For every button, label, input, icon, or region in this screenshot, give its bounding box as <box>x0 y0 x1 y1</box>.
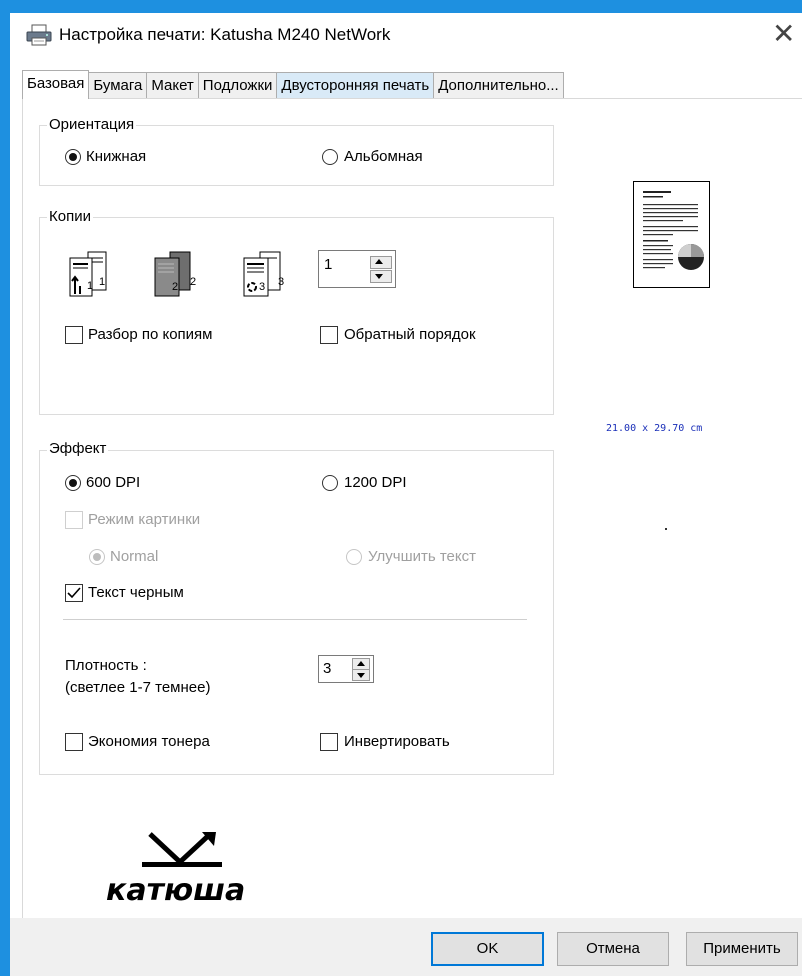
collate-icon-digit-a: 1 <box>87 280 94 292</box>
normal-label[interactable]: Normal <box>110 548 158 565</box>
dpi1200-radio[interactable] <box>322 475 338 491</box>
density-range-label: (светлее 1-7 темнее) <box>65 679 211 696</box>
reverse-order-label[interactable]: Обратный порядок <box>344 326 476 343</box>
density-label: Плотность : <box>65 657 147 674</box>
dpi1200-label[interactable]: 1200 DPI <box>344 474 407 491</box>
portrait-label[interactable]: Книжная <box>86 148 146 165</box>
close-icon[interactable]: ✕ <box>772 20 795 48</box>
page-preview <box>633 181 710 288</box>
tab-layout[interactable]: Макет <box>146 72 199 99</box>
landscape-radio[interactable] <box>322 149 338 165</box>
stack-icon-digit-a: 2 <box>172 281 179 293</box>
collate-checkbox[interactable] <box>65 326 83 344</box>
dialog-footer <box>10 918 802 976</box>
collate-icon-digit-b: 1 <box>99 276 106 288</box>
invert-label[interactable]: Инвертировать <box>344 733 450 750</box>
black-text-label[interactable]: Текст черным <box>88 584 184 601</box>
tab-strip: Базовая Бумага Макет Подложки Двусторонн… <box>22 70 564 99</box>
toner-save-checkbox[interactable] <box>65 733 83 751</box>
printer-icon <box>26 24 52 46</box>
apply-button[interactable]: Применить <box>686 932 798 966</box>
paper-size-label: 21.00 x 29.70 cm <box>606 423 703 434</box>
katusha-logo: катюша <box>100 830 270 910</box>
black-text-checkbox[interactable] <box>65 584 83 602</box>
effect-group <box>39 450 554 775</box>
stack-copies-icon: 2 2 <box>152 250 202 298</box>
orientation-group-title: Ориентация <box>47 116 137 133</box>
landscape-label[interactable]: Альбомная <box>344 148 423 165</box>
window-border-top <box>0 0 802 13</box>
collate-icon: 1 1 <box>66 250 116 298</box>
copies-group <box>39 217 554 415</box>
picture-mode-label[interactable]: Режим картинки <box>88 511 200 528</box>
invert-checkbox[interactable] <box>320 733 338 751</box>
improve-text-radio[interactable] <box>346 549 362 565</box>
density-value[interactable]: 3 <box>323 660 331 677</box>
cancel-button[interactable]: Отмена <box>557 932 669 966</box>
window-title: Настройка печати: Katusha M240 NetWork <box>59 25 391 44</box>
window-border-left <box>0 13 10 976</box>
copies-value[interactable]: 1 <box>324 256 332 273</box>
copies-spinner[interactable]: 1 <box>318 250 396 288</box>
portrait-radio[interactable] <box>65 149 81 165</box>
dpi600-radio[interactable] <box>65 475 81 491</box>
stack-icon-digit-b: 2 <box>190 276 197 288</box>
tab-advanced[interactable]: Дополнительно... <box>433 72 564 99</box>
picture-mode-checkbox[interactable] <box>65 511 83 529</box>
checkmark-icon <box>67 587 81 599</box>
toner-save-label[interactable]: Экономия тонера <box>88 733 210 750</box>
effect-group-title: Эффект <box>47 440 109 457</box>
katusha-logo-icon: катюша <box>106 832 245 908</box>
reverse-icon-digit-b: 3 <box>278 276 285 288</box>
density-spinner[interactable]: 3 <box>318 655 374 683</box>
preview-dot <box>665 528 667 530</box>
reverse-order-checkbox[interactable] <box>320 326 338 344</box>
ok-button[interactable]: OK <box>431 932 544 966</box>
improve-text-label[interactable]: Улучшить текст <box>368 548 476 565</box>
dpi600-label[interactable]: 600 DPI <box>86 474 140 491</box>
copies-up-icon[interactable] <box>370 256 392 269</box>
density-down-icon[interactable] <box>352 669 370 681</box>
copies-down-icon[interactable] <box>370 270 392 283</box>
document-preview-icon <box>643 191 704 270</box>
tab-basic[interactable]: Базовая <box>22 70 90 99</box>
reverse-icon-digit-a: 3 <box>259 281 266 293</box>
tab-duplex[interactable]: Двусторонняя печать <box>276 72 435 99</box>
reverse-order-icon: 3 3 <box>240 250 290 298</box>
effect-divider <box>63 619 527 620</box>
tab-paper[interactable]: Бумага <box>88 72 148 99</box>
tab-watermarks[interactable]: Подложки <box>197 72 278 99</box>
logo-wordmark: катюша <box>106 873 245 908</box>
collate-label[interactable]: Разбор по копиям <box>88 326 212 343</box>
copies-group-title: Копии <box>47 208 93 225</box>
normal-radio[interactable] <box>89 549 105 565</box>
